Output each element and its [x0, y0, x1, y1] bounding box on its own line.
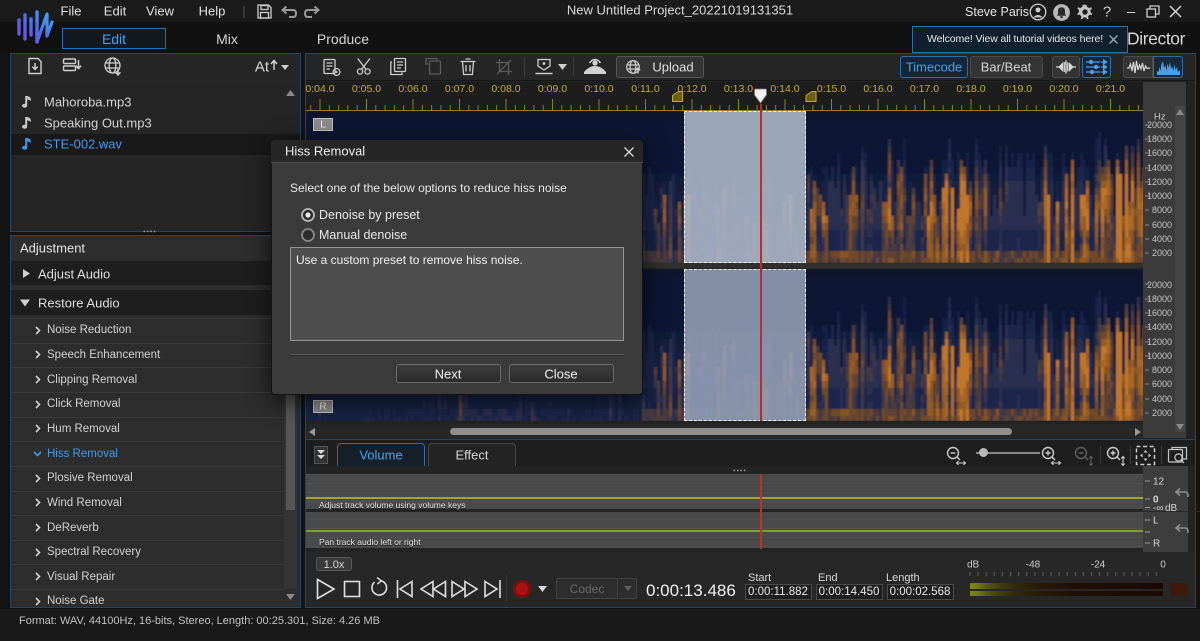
svg-text:L: L — [1153, 516, 1159, 527]
svg-text:12: 12 — [1153, 477, 1165, 488]
svg-text:0:19.0: 0:19.0 — [1003, 83, 1032, 95]
svg-text:R: R — [1153, 539, 1160, 550]
svg-text:0:16.0: 0:16.0 — [863, 83, 892, 95]
svg-text:18000: 18000 — [1147, 134, 1172, 144]
svg-text:12000: 12000 — [1147, 337, 1172, 347]
svg-text:8000: 8000 — [1152, 205, 1172, 215]
svg-text:0:18.0: 0:18.0 — [956, 83, 985, 95]
svg-text:0:15.0: 0:15.0 — [817, 83, 846, 95]
svg-text:20000: 20000 — [1147, 120, 1172, 130]
svg-text:0:08.0: 0:08.0 — [491, 83, 520, 95]
svg-text:0:17.0: 0:17.0 — [910, 83, 939, 95]
svg-text:8000: 8000 — [1152, 365, 1172, 375]
svg-text:0:10.0: 0:10.0 — [584, 83, 613, 95]
svg-text:2000: 2000 — [1152, 408, 1172, 418]
svg-text:0:14.0: 0:14.0 — [770, 83, 799, 95]
svg-text:0:07.0: 0:07.0 — [445, 83, 474, 95]
svg-text:20000: 20000 — [1147, 280, 1172, 290]
svg-text:0:09.0: 0:09.0 — [538, 83, 567, 95]
svg-text:6000: 6000 — [1152, 220, 1172, 230]
svg-text:2000: 2000 — [1152, 248, 1172, 258]
svg-text:18000: 18000 — [1147, 294, 1172, 304]
svg-text:16000: 16000 — [1147, 308, 1172, 318]
svg-text:dB: dB — [1165, 503, 1178, 514]
svg-text:0:04.0: 0:04.0 — [306, 83, 335, 95]
svg-text:10000: 10000 — [1147, 191, 1172, 201]
svg-text:12000: 12000 — [1147, 177, 1172, 187]
svg-text:10000: 10000 — [1147, 351, 1172, 361]
svg-text:0:05.0: 0:05.0 — [352, 83, 381, 95]
svg-text:0:13.0: 0:13.0 — [724, 83, 753, 95]
svg-text:16000: 16000 — [1147, 148, 1172, 158]
svg-text:0:06.0: 0:06.0 — [398, 83, 427, 95]
svg-text:14000: 14000 — [1147, 322, 1172, 332]
svg-text:4000: 4000 — [1152, 394, 1172, 404]
svg-text:0:21.0: 0:21.0 — [1096, 83, 1125, 95]
svg-text:4000: 4000 — [1152, 234, 1172, 244]
svg-text:0:20.0: 0:20.0 — [1049, 83, 1078, 95]
svg-text:6000: 6000 — [1152, 379, 1172, 389]
svg-text:0:11.0: 0:11.0 — [631, 83, 660, 95]
svg-text:14000: 14000 — [1147, 163, 1172, 173]
svg-text:-∞: -∞ — [1153, 503, 1163, 514]
